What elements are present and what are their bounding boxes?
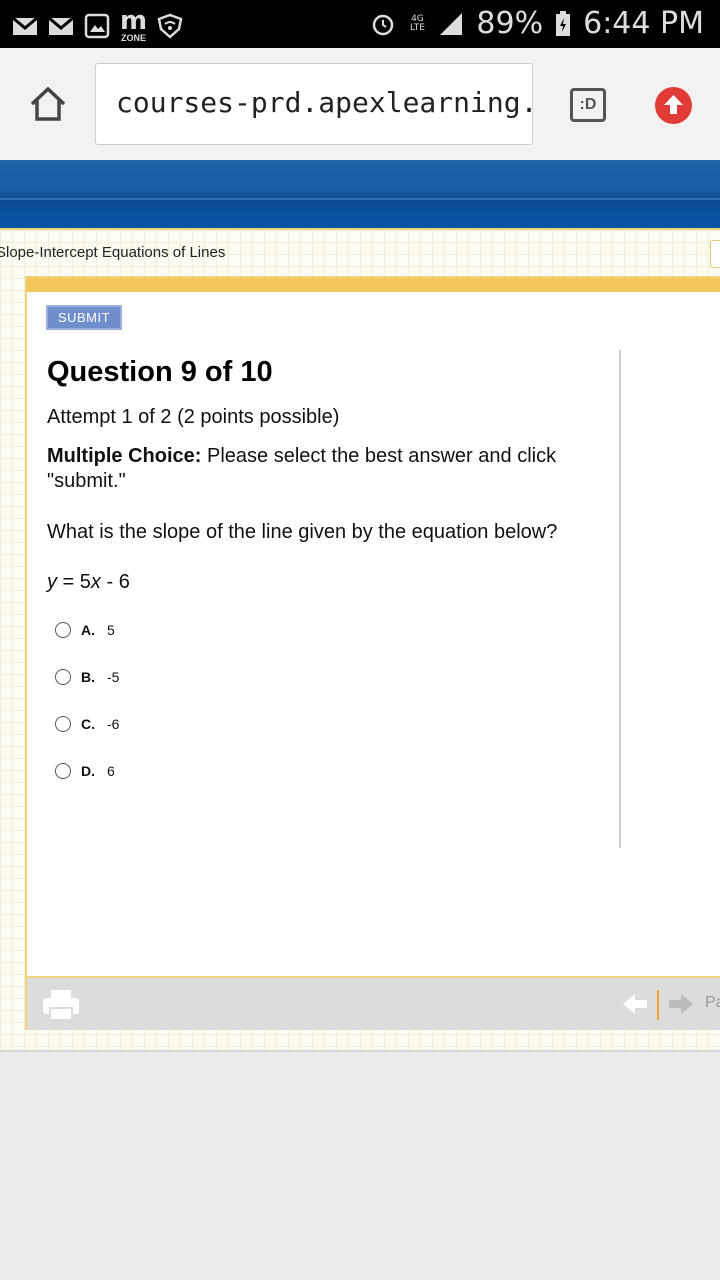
choice-letter: A.: [81, 622, 95, 638]
course-banner: [0, 160, 720, 228]
question-panel: SUBMIT Question 9 of 10 Attempt 1 of 2 (…: [25, 276, 720, 1030]
choice-letter: D.: [81, 763, 95, 779]
arrow-up-icon: [664, 95, 683, 114]
panel-footer: Pa: [27, 976, 720, 1030]
choice-b[interactable]: B. -5: [55, 665, 119, 689]
printer-icon[interactable]: [41, 988, 81, 1022]
radio-a[interactable]: [55, 622, 71, 638]
status-system: 4G LTE 89% 6:44 PM: [370, 6, 704, 41]
instructions: Multiple Choice: Please select the best …: [47, 444, 607, 494]
instructions-label: Multiple Choice:: [47, 445, 202, 467]
banner-stripe: [0, 198, 720, 200]
choice-text: 5: [107, 622, 115, 638]
network-type-icon: 4G LTE: [409, 13, 425, 33]
mzone-icon: m ZONE: [120, 6, 148, 43]
radio-b[interactable]: [55, 669, 71, 685]
address-bar[interactable]: courses-prd.apexlearning.com,: [95, 63, 533, 145]
clock: 6:44 PM: [583, 6, 704, 41]
next-arrow-icon[interactable]: [669, 994, 693, 1014]
vertical-divider: [619, 350, 621, 848]
status-bar: m ZONE 4G LTE 89% 6:44 PM: [0, 0, 720, 48]
submit-button[interactable]: SUBMIT: [46, 305, 122, 330]
battery-percent: 89%: [476, 6, 544, 41]
question-prompt: What is the slope of the line given by t…: [47, 521, 558, 543]
radio-c[interactable]: [55, 716, 71, 732]
previous-arrow-icon[interactable]: [623, 994, 647, 1014]
equation: y = 5x - 6: [47, 571, 130, 594]
question-title: Question 9 of 10: [47, 356, 273, 388]
mail-icon-2: [48, 16, 74, 35]
equation-y: y: [47, 571, 57, 593]
mzone-label: ZONE: [121, 33, 147, 43]
attempt-info: Attempt 1 of 2 (2 points possible): [47, 406, 340, 428]
choice-a[interactable]: A. 5: [55, 618, 115, 642]
equation-end: - 6: [100, 571, 130, 593]
alarm-icon: [373, 14, 394, 35]
mail-icon: [12, 16, 38, 35]
choice-d[interactable]: D. 6: [55, 759, 115, 783]
browser-toolbar: courses-prd.apexlearning.com, :D: [0, 48, 720, 160]
choice-letter: C.: [81, 716, 95, 732]
choice-text: 6: [107, 763, 115, 779]
lesson-title: Slope-Intercept Equations of Lines: [0, 244, 226, 261]
radio-d[interactable]: [55, 763, 71, 779]
search-tab[interactable]: [710, 240, 720, 268]
equation-mid: = 5: [57, 571, 91, 593]
choice-c[interactable]: C. -6: [55, 712, 119, 736]
choice-text: -6: [107, 716, 120, 732]
nav-separator: [657, 990, 659, 1020]
page-nav-label[interactable]: Pa: [705, 994, 720, 1012]
choice-letter: B.: [81, 669, 95, 685]
home-icon[interactable]: [28, 84, 68, 124]
status-notifications: m ZONE: [12, 8, 183, 43]
shield-wifi-icon: [157, 13, 183, 39]
signal-icon: [440, 12, 463, 35]
page-bottom-divider: [0, 1050, 720, 1052]
battery-icon: [556, 10, 571, 36]
tabs-button[interactable]: :D: [570, 88, 606, 122]
panel-header-bar: [27, 278, 720, 292]
equation-x: x: [90, 571, 101, 593]
gallery-icon: [84, 13, 110, 38]
url-text: courses-prd.apexlearning.com,: [116, 86, 533, 119]
choice-text: -5: [107, 669, 120, 685]
upload-button[interactable]: [655, 87, 692, 124]
